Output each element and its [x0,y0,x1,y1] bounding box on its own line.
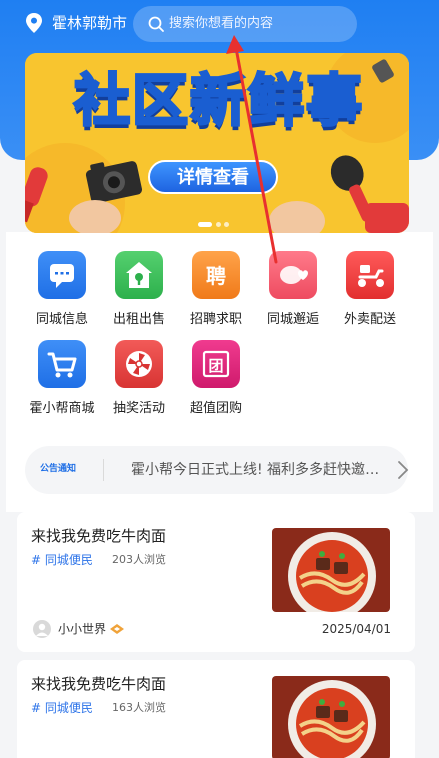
post-view-count: 203人浏览 [112,553,166,566]
carousel-dot-active [198,222,212,227]
post-title: 来找我免费吃牛肉面 [31,527,167,545]
house-icon [115,251,163,299]
post-card[interactable]: 来找我免费吃牛肉面 # 同城便民 203人浏览 小小世界 2025/04/01 [17,512,415,652]
announcement-text: 霍小帮今日正式上线! 福利多多赶快邀请好友 [131,462,391,478]
search-input[interactable]: 搜索你想看的内容 [133,6,357,42]
search-placeholder: 搜索你想看的内容 [169,16,274,31]
chevron-right-icon [398,461,409,479]
category-label: 同城邂逅 [266,312,319,327]
svg-text:聘: 聘 [206,264,226,288]
author-badge-icon [110,624,124,634]
chat-bubble-icon [38,251,86,299]
heart-chat-icon [269,251,317,299]
post-author[interactable]: 小小世界 [58,621,106,637]
post-tag[interactable]: # 同城便民 [31,700,93,716]
post-date: 2025/04/01 [321,622,391,636]
scooter-icon [346,251,394,299]
search-icon [148,16,164,32]
hire-icon: 聘 [192,251,240,299]
top-bar: 霍林郭勒市 搜索你想看的内容 [0,0,439,46]
avatar[interactable] [33,620,51,638]
banner-carousel[interactable]: 社区新鲜事 详情查看 [25,53,409,233]
post-image [272,676,390,758]
divider [103,459,104,481]
post-tag[interactable]: # 同城便民 [31,552,93,568]
category-label: 出租出售 [112,312,165,327]
carousel-indicator [198,222,238,228]
carousel-dot [224,222,229,227]
carousel-dot [216,222,221,227]
category-label: 招聘求职 [189,312,242,327]
banner-title: 社区新鲜事 [73,68,364,136]
post-image [272,528,390,612]
banner-detail-button[interactable]: 详情查看 [148,160,278,194]
post-card[interactable]: 来找我免费吃牛肉面 # 同城便民 163人浏览 [17,660,415,758]
announcement-badge: 公告通知 [40,464,77,474]
banner-button-label: 详情查看 [177,167,249,188]
post-view-count: 163人浏览 [112,701,166,714]
wheel-icon [115,340,163,388]
post-title: 来找我免费吃牛肉面 [31,675,167,693]
category-label: 外卖配送 [343,312,396,327]
cart-icon [38,340,86,388]
category-label: 抽奖活动 [112,401,165,416]
category-label: 同城信息 [35,312,88,327]
category-label: 霍小帮商城 [29,401,95,416]
group-buy-icon: 团 [192,340,240,388]
city-selector[interactable]: 霍林郭勒市 [52,13,127,33]
category-label: 超值团购 [189,401,242,416]
svg-text:团: 团 [208,357,223,375]
announcement-bar[interactable]: 公告通知 霍小帮今日正式上线! 福利多多赶快邀请好友 [25,446,409,494]
location-pin-icon[interactable] [24,12,44,34]
